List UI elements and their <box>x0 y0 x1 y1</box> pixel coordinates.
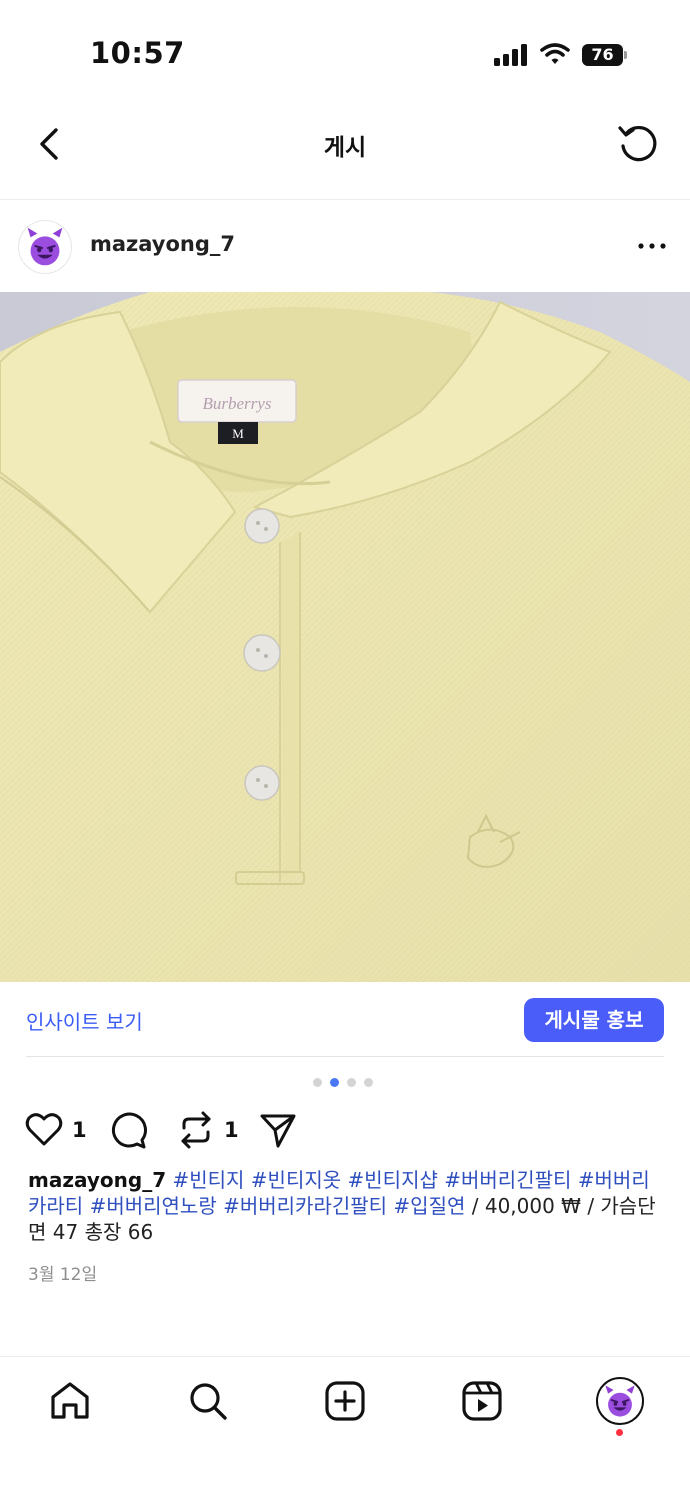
post-header: mazayong_7 <box>0 200 690 292</box>
battery-level: 76 <box>582 44 623 66</box>
home-icon[interactable] <box>48 1379 92 1423</box>
notification-dot <box>616 1429 623 1436</box>
size-tag: M <box>232 426 244 441</box>
carousel-dot-active <box>330 1078 339 1087</box>
promote-post-button[interactable]: 게시물 홍보 <box>524 998 664 1042</box>
post-date: 3월 12일 <box>28 1265 98 1285</box>
battery-tip <box>624 51 627 59</box>
divider <box>26 1056 664 1057</box>
carousel-dot <box>313 1078 322 1087</box>
cellular-signal-icon <box>494 44 527 66</box>
hashtag[interactable]: #버버리긴팔티 <box>444 1168 571 1192</box>
polo-shirt-photo: Burberrys M <box>0 292 690 982</box>
nav-header: 게시 <box>0 100 690 200</box>
status-time: 10:57 <box>90 36 185 70</box>
post-caption: mazayong_7 #빈티지 #빈티지옷 #빈티지샵 #버버리긴팔티 #버버리… <box>28 1167 662 1245</box>
status-bar: 10:57 76 <box>0 0 690 100</box>
hashtag[interactable]: #입질연 <box>393 1194 465 1218</box>
refresh-icon[interactable] <box>616 122 660 166</box>
send-icon[interactable] <box>258 1110 298 1150</box>
avatar[interactable] <box>18 220 72 274</box>
wifi-icon <box>540 43 570 64</box>
carousel-dot <box>347 1078 356 1087</box>
comment-icon[interactable] <box>108 1110 148 1150</box>
create-icon[interactable] <box>323 1379 367 1423</box>
hashtag[interactable]: #빈티지 <box>172 1168 244 1192</box>
repost-icon[interactable] <box>176 1110 216 1150</box>
post-username[interactable]: mazayong_7 <box>90 232 235 256</box>
carousel-indicator <box>313 1078 383 1088</box>
more-horizontal-icon[interactable] <box>636 236 668 256</box>
battery-indicator: 76 <box>582 44 628 66</box>
view-insights-link[interactable]: 인사이트 보기 <box>26 1006 143 1035</box>
brand-label: Burberrys <box>203 394 272 413</box>
hashtag[interactable]: #버버리카라긴팔티 <box>223 1194 387 1218</box>
action-bar: 1 1 <box>0 1108 690 1154</box>
caption-username[interactable]: mazayong_7 <box>28 1168 166 1192</box>
insights-row: 인사이트 보기 게시물 홍보 <box>0 982 690 1056</box>
bottom-tab-bar <box>0 1356 690 1500</box>
hashtag[interactable]: #빈티지옷 <box>251 1168 341 1192</box>
like-count: 1 <box>72 1118 87 1142</box>
reels-icon[interactable] <box>460 1379 504 1423</box>
profile-avatar[interactable] <box>596 1377 644 1425</box>
search-icon[interactable] <box>186 1379 230 1423</box>
repost-count: 1 <box>224 1118 239 1142</box>
heart-icon[interactable] <box>24 1110 64 1150</box>
post-image[interactable]: Burberrys M <box>0 292 690 982</box>
hashtag[interactable]: #빈티지샵 <box>348 1168 438 1192</box>
hashtag[interactable]: #버버리연노랑 <box>90 1194 217 1218</box>
carousel-dot <box>364 1078 373 1087</box>
page-title: 게시 <box>323 135 367 161</box>
